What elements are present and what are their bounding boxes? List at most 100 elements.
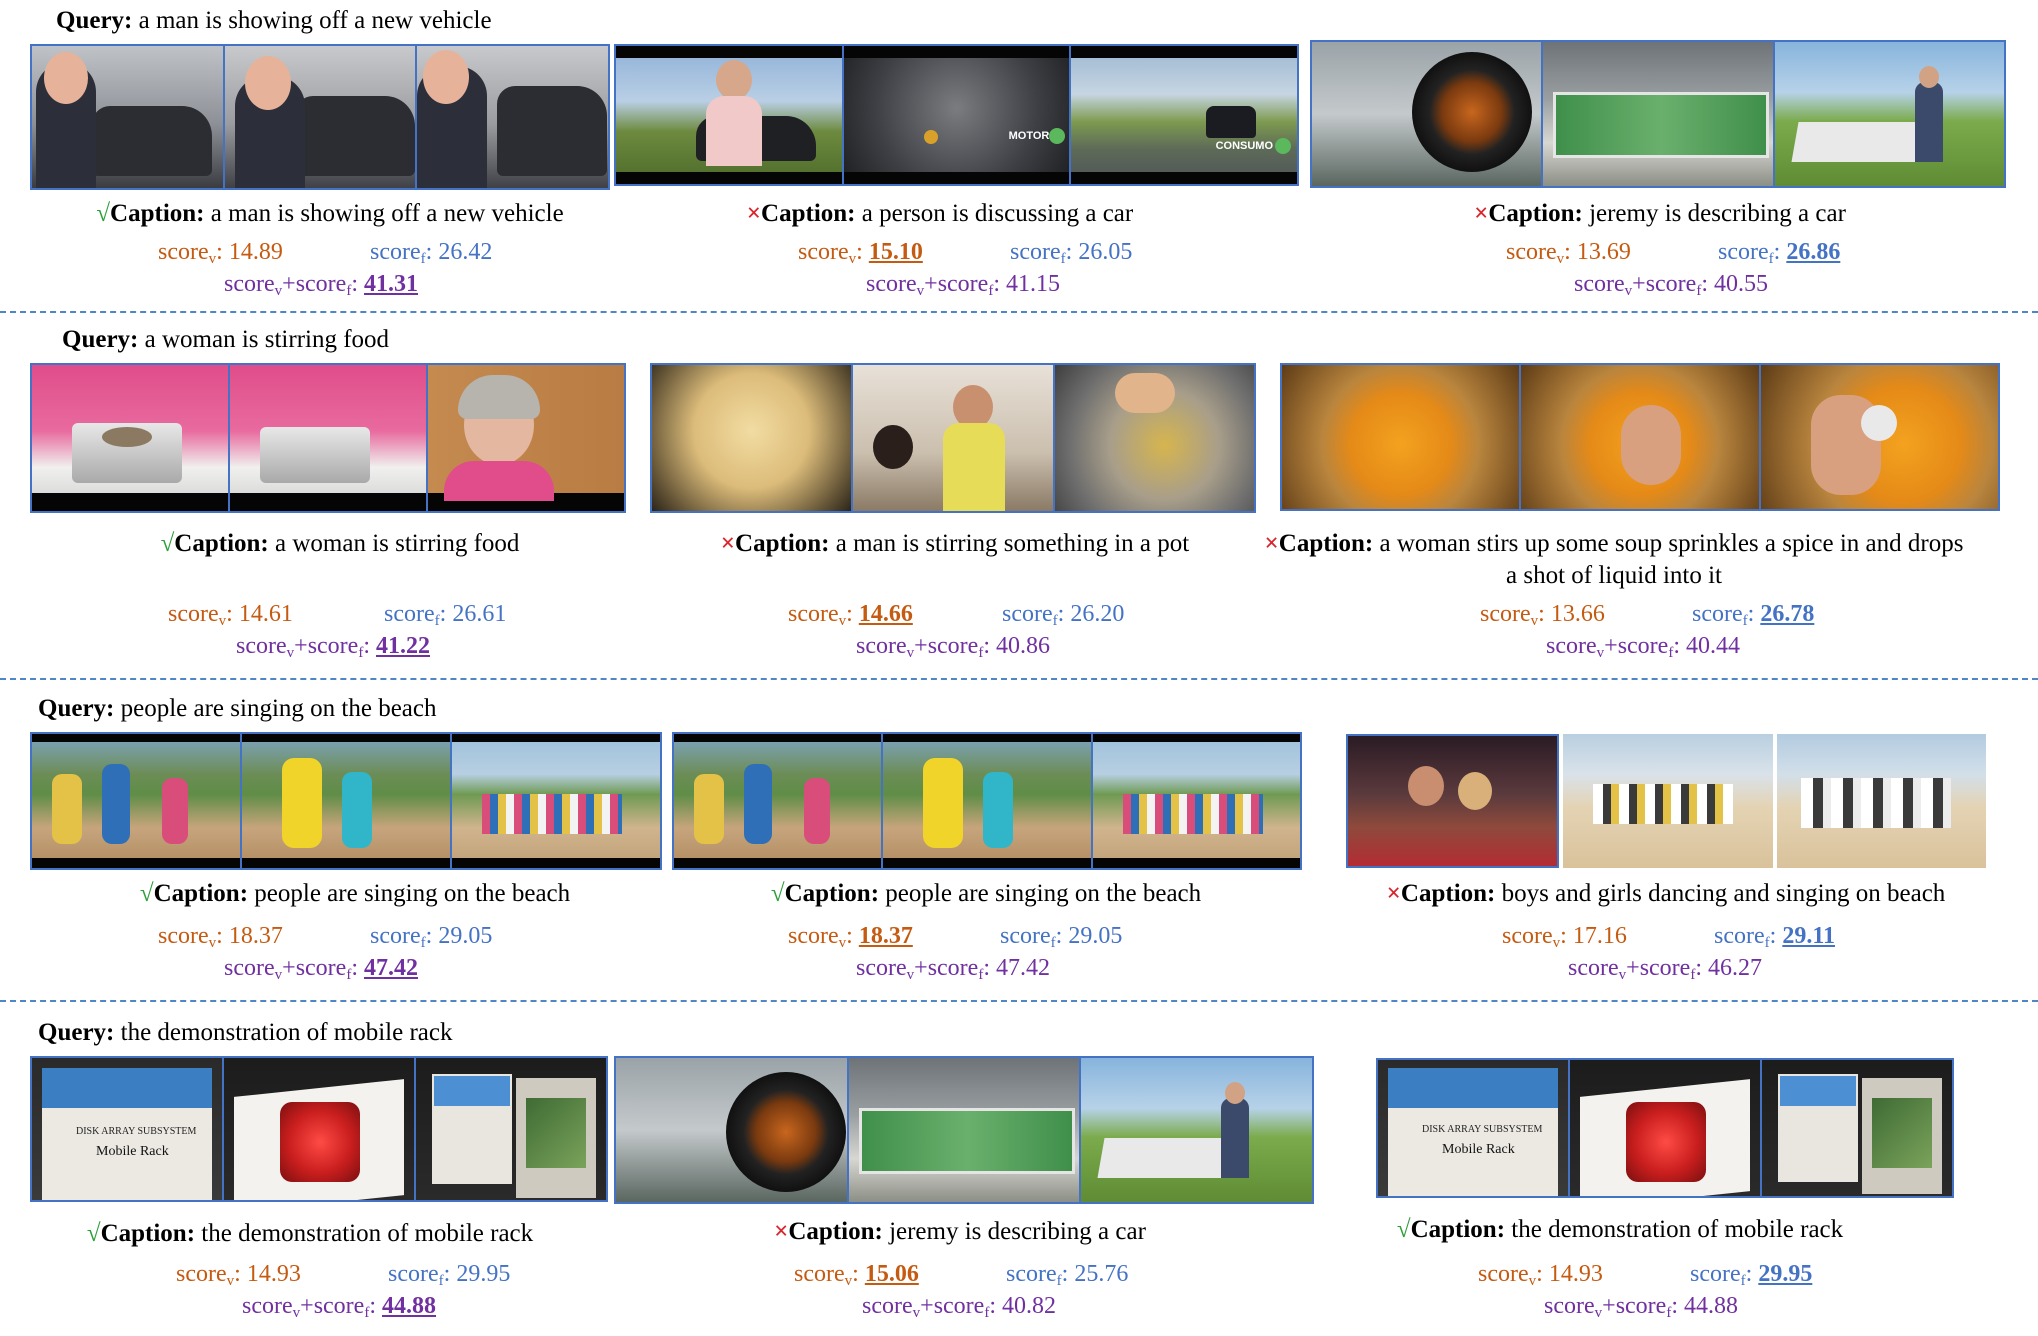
caption-text: jeremy is describing a car <box>889 1218 1146 1245</box>
row-divider <box>0 678 2038 680</box>
video-frame <box>652 365 854 511</box>
caption-text: people are singing on the beach <box>254 880 571 907</box>
score-f: scoref: 29.05 <box>1000 923 1123 951</box>
caption-label: Caption: <box>1400 880 1496 907</box>
score-f: scoref: 25.76 <box>1006 1261 1129 1289</box>
video-frame <box>616 1058 849 1202</box>
score-f: scoref: 26.05 <box>1010 239 1133 267</box>
score-v: scorev: 14.93 <box>176 1261 301 1289</box>
caption-text: a person is discussing a car <box>861 200 1134 227</box>
caption-label: Caption: <box>784 880 880 907</box>
frame-strip-2-1 <box>30 363 626 513</box>
row-divider <box>0 311 2038 313</box>
query-label: Query: <box>62 326 139 353</box>
score-f: scoref: 26.20 <box>1002 601 1125 629</box>
box-title-text: Mobile Rack <box>96 1144 169 1159</box>
video-frame: DISK ARRAY SUBSYSTEM Mobile Rack <box>32 1058 224 1200</box>
correct-check-icon: √ <box>1396 1216 1411 1243</box>
video-frame: CONSUMO <box>1071 46 1298 184</box>
frame-strip-1-3 <box>1310 40 2006 188</box>
score-f: scoref: 26.78 <box>1692 601 1815 629</box>
caption-3-1: √Caption: people are singing on the beac… <box>60 878 650 910</box>
video-frame <box>32 46 225 188</box>
query-row-2: Query: a woman is stirring food <box>62 325 389 355</box>
query-text: people are singing on the beach <box>120 695 437 722</box>
score-v: scorev: 14.93 <box>1478 1261 1603 1289</box>
score-sum: scorev+scoref: 47.42 <box>856 955 1050 983</box>
video-frame <box>1570 1060 1762 1196</box>
score-f: scoref: 29.05 <box>370 923 493 951</box>
score-f: scoref: 29.95 <box>1690 1261 1813 1289</box>
query-text: a man is showing off a new vehicle <box>138 7 492 34</box>
caption-text: a man is stirring something in a pot <box>835 530 1190 557</box>
query-row-1: Query: a man is showing off a new vehicl… <box>56 6 492 36</box>
frame-strip-2-2 <box>650 363 1256 513</box>
video-frame <box>848 1058 1082 1202</box>
video-frame <box>1282 365 1522 509</box>
score-sum: scorev+scoref: 41.22 <box>236 633 430 661</box>
video-frame <box>1774 42 2004 186</box>
video-frame <box>1081 1058 1313 1202</box>
frame-strip-2-3 <box>1280 363 2000 511</box>
caption-4-2: ×Caption: jeremy is describing a car <box>680 1216 1240 1248</box>
caption-text: a woman is stirring food <box>275 530 520 557</box>
wrong-cross-icon: × <box>774 1218 789 1245</box>
frame-strip-3-3 <box>1346 734 1986 868</box>
caption-3-2: √Caption: people are singing on the beac… <box>686 878 1286 910</box>
row-divider <box>0 1000 2038 1002</box>
video-frame <box>32 734 242 868</box>
video-frame <box>674 734 884 868</box>
caption-3-3: ×Caption: boys and girls dancing and sin… <box>1316 878 2016 910</box>
frame-strip-4-1: DISK ARRAY SUBSYSTEM Mobile Rack <box>30 1056 608 1202</box>
caption-4-3: √Caption: the demonstration of mobile ra… <box>1340 1214 1900 1246</box>
query-row-3: Query: people are singing on the beach <box>38 694 436 724</box>
video-frame <box>883 734 1093 868</box>
video-frame <box>230 365 428 511</box>
caption-label: Caption: <box>735 530 830 557</box>
query-text: the demonstration of mobile rack <box>120 1019 453 1046</box>
caption-text: a man is showing off a new vehicle <box>210 200 564 227</box>
caption-1-1: √Caption: a man is showing off a new veh… <box>60 198 600 230</box>
video-frame <box>1312 42 1544 186</box>
caption-label: Caption: <box>153 880 249 907</box>
caption-2-2: ×Caption: a man is stirring something in… <box>640 528 1270 560</box>
score-v: scorev: 18.37 <box>158 923 283 951</box>
overlay-text-motor: MOTOR <box>1008 130 1050 142</box>
frame-strip-3-1 <box>30 732 662 870</box>
score-v: scorev: 18.37 <box>788 923 913 951</box>
caption-label: Caption: <box>788 1218 883 1245</box>
caption-label: Caption: <box>110 200 205 227</box>
score-sum: scorev+scoref: 40.86 <box>856 633 1050 661</box>
query-label: Query: <box>38 695 115 722</box>
video-frame <box>1521 365 1761 509</box>
caption-text: boys and girls dancing and singing on be… <box>1501 880 1946 907</box>
query-label: Query: <box>38 1019 115 1046</box>
score-f: scoref: 26.42 <box>370 239 493 267</box>
video-frame <box>417 46 609 188</box>
video-frame <box>616 46 844 184</box>
correct-check-icon: √ <box>139 880 154 907</box>
caption-text: the demonstration of mobile rack <box>201 1220 534 1247</box>
frame-strip-4-2 <box>614 1056 1314 1204</box>
query-text: a woman is stirring food <box>144 326 390 353</box>
box-title-text: Mobile Rack <box>1442 1142 1515 1157</box>
caption-label: Caption: <box>761 200 856 227</box>
score-f: scoref: 29.95 <box>388 1261 511 1289</box>
video-frame <box>853 365 1055 511</box>
correct-check-icon: √ <box>96 200 111 227</box>
score-v: scorev: 13.66 <box>1480 601 1605 629</box>
video-frame: DISK ARRAY SUBSYSTEM Mobile Rack <box>1378 1060 1570 1196</box>
score-sum: scorev+scoref: 41.31 <box>224 271 418 299</box>
video-frame <box>1054 365 1254 511</box>
video-frame <box>1760 365 1998 509</box>
caption-label: Caption: <box>100 1220 196 1247</box>
caption-4-1: √Caption: the demonstration of mobile ra… <box>30 1218 590 1250</box>
score-f: scoref: 26.61 <box>384 601 507 629</box>
score-sum: scorev+scoref: 44.88 <box>242 1293 436 1321</box>
wrong-cross-icon: × <box>1264 530 1279 557</box>
score-v: scorev: 15.06 <box>794 1261 919 1289</box>
query-row-4: Query: the demonstration of mobile rack <box>38 1018 452 1048</box>
frame-strip-1-2: MOTOR CONSUMO <box>614 44 1299 186</box>
caption-text: the demonstration of mobile rack <box>1511 1216 1844 1243</box>
wrong-cross-icon: × <box>1386 880 1401 907</box>
